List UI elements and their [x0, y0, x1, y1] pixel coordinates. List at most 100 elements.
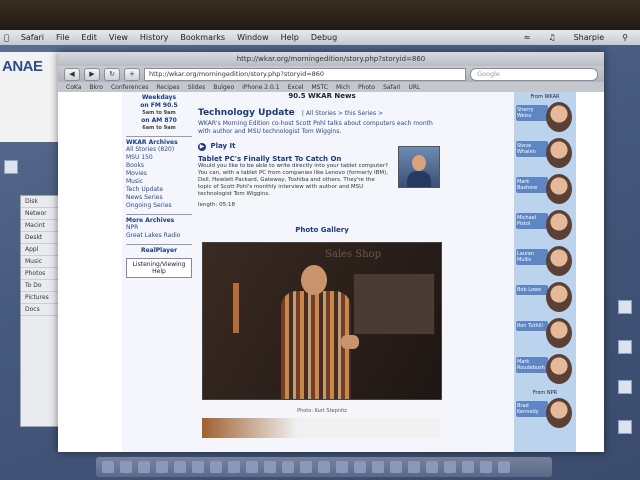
- archive-link[interactable]: News Series: [126, 194, 192, 202]
- reload-icon[interactable]: ↻: [104, 67, 120, 81]
- bookmark-item[interactable]: Bkro: [89, 84, 103, 91]
- second-gallery-photo[interactable]: [202, 418, 440, 438]
- bookmark-item[interactable]: Mich: [336, 84, 350, 91]
- host-name[interactable]: Michael Pistol: [516, 213, 548, 229]
- dock-app-icon[interactable]: [102, 461, 114, 473]
- host-name[interactable]: Mark Bashore: [516, 177, 548, 193]
- host-card[interactable]: Ron Tuthill: [516, 318, 574, 352]
- host-card[interactable]: Bob Lowe: [516, 282, 574, 316]
- archive-link[interactable]: Ongoing Series: [126, 202, 192, 210]
- archive-link[interactable]: Music: [126, 178, 192, 186]
- dock-app-icon[interactable]: [480, 461, 492, 473]
- dock-app-icon[interactable]: [426, 461, 438, 473]
- menu-bookmarks[interactable]: Bookmarks: [180, 33, 225, 42]
- more-archive-link[interactable]: NPR: [126, 224, 192, 232]
- back-icon[interactable]: ◀: [64, 67, 80, 81]
- host-card[interactable]: Lauren Mullis: [516, 246, 574, 280]
- dock-app-icon[interactable]: [354, 461, 366, 473]
- volume-icon[interactable]: ♫: [548, 33, 555, 42]
- spotlight-icon[interactable]: ⚲: [622, 33, 628, 42]
- bookmark-item[interactable]: CoKa: [66, 84, 81, 91]
- play-it-label[interactable]: Play It: [210, 142, 235, 150]
- bookmark-item[interactable]: MSTC: [311, 84, 328, 91]
- dock-app-icon[interactable]: [408, 461, 420, 473]
- bookmark-item[interactable]: Bulgeo: [213, 84, 234, 91]
- host-name[interactable]: Ron Tuthill: [516, 321, 548, 331]
- dock-app-icon[interactable]: [300, 461, 312, 473]
- host-card[interactable]: Mark Roudebush: [516, 354, 574, 388]
- realplayer-label[interactable]: RealPlayer: [126, 247, 192, 254]
- desktop-file-icon[interactable]: [618, 300, 632, 314]
- host-photo: [546, 138, 572, 168]
- menu-help[interactable]: Help: [281, 33, 299, 42]
- address-bar[interactable]: http://wkar.org/morningedition/story.php…: [144, 67, 466, 81]
- bookmark-item[interactable]: Excel: [288, 84, 304, 91]
- desktop-file-icon[interactable]: [618, 420, 632, 434]
- breadcrumb[interactable]: | All Stories > this Series >: [302, 110, 383, 117]
- host-name[interactable]: Steve Whalen: [516, 141, 548, 157]
- dock-app-icon[interactable]: [498, 461, 510, 473]
- more-archive-link[interactable]: Great Lakes Radio: [126, 232, 192, 240]
- search-input[interactable]: Google: [470, 67, 598, 81]
- dock-app-icon[interactable]: [174, 461, 186, 473]
- dock-app-icon[interactable]: [462, 461, 474, 473]
- user-name[interactable]: Sharpie: [574, 33, 605, 42]
- archive-link[interactable]: Books: [126, 162, 192, 170]
- background-window[interactable]: ANAE: [0, 52, 67, 142]
- menu-edit[interactable]: Edit: [81, 33, 97, 42]
- wifi-icon[interactable]: ≈: [524, 33, 531, 42]
- gallery-photo[interactable]: Sales Shop: [202, 242, 442, 400]
- dock-app-icon[interactable]: [318, 461, 330, 473]
- host-card[interactable]: Mark Bashore: [516, 174, 574, 208]
- dock-app-icon[interactable]: [228, 461, 240, 473]
- desktop-file-icon[interactable]: [618, 340, 632, 354]
- host-card[interactable]: Michael Pistol: [516, 210, 574, 244]
- host-card[interactable]: Steve Whalen: [516, 138, 574, 172]
- host-name[interactable]: Lauren Mullis: [516, 249, 548, 265]
- menu-view[interactable]: View: [109, 33, 128, 42]
- archive-link[interactable]: Tech Update: [126, 186, 192, 194]
- apple-icon[interactable]: : [4, 33, 9, 42]
- listening-help-button[interactable]: Listening/Viewing Help: [126, 258, 192, 278]
- dock-app-icon[interactable]: [390, 461, 402, 473]
- host-card[interactable]: Sherry Weiss: [516, 102, 574, 136]
- bookmark-item[interactable]: Safari: [383, 84, 400, 91]
- host-name[interactable]: Sherry Weiss: [516, 105, 548, 121]
- browser-window[interactable]: http://wkar.org/morningedition/story.php…: [58, 52, 604, 452]
- desktop-file-icon[interactable]: [4, 160, 18, 174]
- dock-app-icon[interactable]: [138, 461, 150, 473]
- host-photo: [546, 282, 572, 312]
- bookmark-item[interactable]: Photo: [358, 84, 375, 91]
- bookmark-item[interactable]: Slides: [188, 84, 206, 91]
- bookmark-item[interactable]: Conferences: [111, 84, 148, 91]
- dock-app-icon[interactable]: [444, 461, 456, 473]
- dock-app-icon[interactable]: [210, 461, 222, 473]
- dock-app-icon[interactable]: [264, 461, 276, 473]
- forward-icon[interactable]: ▶: [84, 67, 100, 81]
- bookmark-item[interactable]: Recipes: [156, 84, 179, 91]
- menu-history[interactable]: History: [140, 33, 168, 42]
- menu-safari[interactable]: Safari: [21, 33, 44, 42]
- menu-debug[interactable]: Debug: [311, 33, 337, 42]
- archive-link[interactable]: Movies: [126, 170, 192, 178]
- add-bookmark-icon[interactable]: +: [124, 67, 140, 81]
- host-card[interactable]: Brad Kennedy: [516, 398, 574, 432]
- dock-app-icon[interactable]: [120, 461, 132, 473]
- dock-app-icon[interactable]: [282, 461, 294, 473]
- dock-app-icon[interactable]: [246, 461, 258, 473]
- play-icon[interactable]: ▶: [198, 143, 206, 151]
- host-name[interactable]: Bob Lowe: [516, 285, 548, 295]
- bookmark-item[interactable]: iPhone 2.0.1: [242, 84, 279, 91]
- dock-app-icon[interactable]: [156, 461, 168, 473]
- archive-link[interactable]: MSU 150: [126, 154, 192, 162]
- host-name[interactable]: Brad Kennedy: [516, 401, 548, 417]
- archive-link[interactable]: All Stories (820): [126, 146, 192, 154]
- menu-file[interactable]: File: [56, 33, 69, 42]
- host-name[interactable]: Mark Roudebush: [516, 357, 548, 373]
- desktop-file-icon[interactable]: [618, 380, 632, 394]
- dock-app-icon[interactable]: [192, 461, 204, 473]
- bookmark-item[interactable]: URL: [408, 84, 420, 91]
- dock-app-icon[interactable]: [336, 461, 348, 473]
- dock-app-icon[interactable]: [372, 461, 384, 473]
- menu-window[interactable]: Window: [237, 33, 269, 42]
